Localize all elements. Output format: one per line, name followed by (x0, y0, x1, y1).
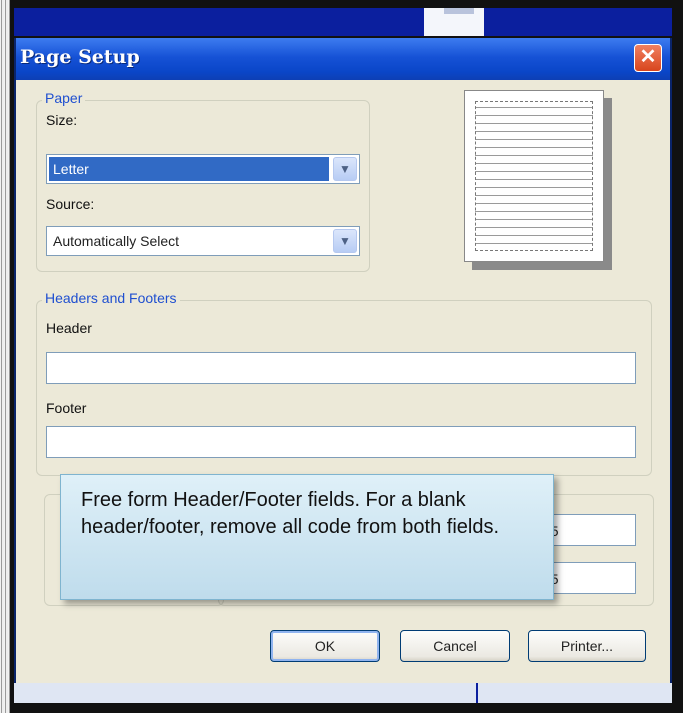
preview-text-lines (475, 101, 593, 251)
size-dropdown-button[interactable]: ▼ (333, 157, 357, 181)
size-select-value: Letter (53, 161, 89, 177)
callout-tooltip: Free form Header/Footer fields. For a bl… (60, 474, 554, 600)
footer-label: Footer (46, 400, 87, 416)
left-gutter (0, 0, 10, 713)
background-divider (476, 683, 478, 703)
source-dropdown-button[interactable]: ▼ (333, 229, 357, 253)
background-window-bottom (14, 683, 672, 703)
header-label: Header (46, 320, 92, 336)
dialog-title: Page Setup (20, 46, 140, 68)
close-button[interactable]: ✕ (634, 44, 662, 72)
page-setup-dialog: Page Setup ✕ Paper Size: Letter ▼ Source… (14, 38, 672, 683)
background-tab (444, 8, 474, 14)
paper-legend: Paper (42, 90, 86, 106)
source-select-value: Automatically Select (53, 233, 180, 249)
source-select[interactable]: Automatically Select ▼ (46, 226, 360, 256)
printer-button[interactable]: Printer... (528, 630, 646, 662)
header-field[interactable] (46, 352, 636, 384)
page-preview (464, 90, 604, 262)
background-window-top (14, 8, 672, 36)
ok-button[interactable]: OK (270, 630, 380, 662)
chevron-down-icon: ▼ (339, 234, 351, 248)
close-icon: ✕ (639, 46, 657, 68)
size-selection-highlight (49, 157, 329, 181)
size-select[interactable]: Letter ▼ (46, 154, 360, 184)
size-label: Size: (46, 112, 78, 128)
headers-footers-legend: Headers and Footers (42, 290, 180, 306)
footer-field[interactable] (46, 426, 636, 458)
chevron-down-icon: ▼ (339, 162, 351, 176)
cancel-button[interactable]: Cancel (400, 630, 510, 662)
source-label: Source: (46, 196, 95, 212)
title-bar[interactable]: Page Setup ✕ (16, 38, 670, 80)
callout-text: Free form Header/Footer fields. For a bl… (81, 489, 500, 538)
